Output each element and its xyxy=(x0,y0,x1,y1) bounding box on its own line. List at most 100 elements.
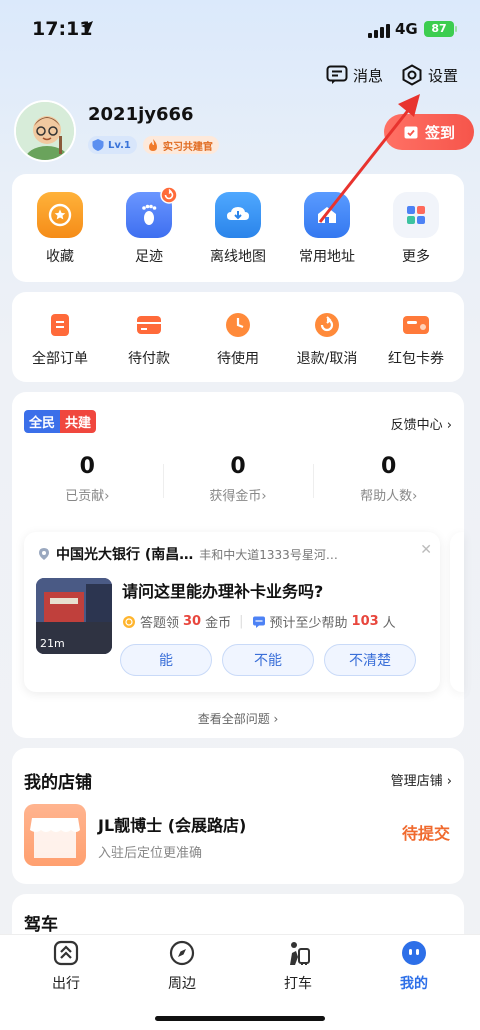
tab-nearby[interactable]: 周边 xyxy=(132,935,232,993)
profile-header: 2021jy666 Lv.1 实习共建官 签到 xyxy=(14,100,474,168)
coupon-icon xyxy=(399,308,433,342)
order-list-icon xyxy=(43,308,77,342)
stat-label: 获得金币› xyxy=(209,489,267,504)
order-coupons[interactable]: 红包卡券 xyxy=(372,308,460,368)
order-label: 待使用 xyxy=(217,351,259,367)
stat-helped[interactable]: 0 帮助人数› xyxy=(313,454,464,504)
tab-taxi[interactable]: 打车 xyxy=(248,935,348,993)
feedback-center-link[interactable]: 反馈中心 › xyxy=(391,414,452,433)
refresh-badge-icon xyxy=(160,186,178,204)
next-question-card[interactable] xyxy=(450,532,464,692)
profile-face-icon xyxy=(402,941,426,965)
coin-icon xyxy=(123,615,135,628)
signin-button[interactable]: 签到 xyxy=(384,114,474,150)
stat-label: 已贡献› xyxy=(65,489,110,504)
calendar-check-icon xyxy=(404,126,418,139)
footprint-icon xyxy=(126,186,178,238)
question-address: 丰和中大道1333号星河… xyxy=(199,547,338,562)
home-indicator[interactable] xyxy=(155,1016,325,1021)
question-card: 中国光大银行 (南昌… 丰和中大道1333号星河… ✕ 21m 请问这里能办理补… xyxy=(24,532,440,692)
messages-label: 消息 xyxy=(352,66,383,85)
order-refund[interactable]: 退款/取消 xyxy=(283,308,371,368)
answer-yes-button[interactable]: 能 xyxy=(120,644,212,676)
title-text: 实习共建官 xyxy=(162,141,213,153)
messages-button[interactable]: 消息 xyxy=(326,64,383,86)
answer-no-button[interactable]: 不能 xyxy=(222,644,314,676)
settings-hexagon-icon xyxy=(402,64,422,86)
shortcut-label: 收藏 xyxy=(46,249,74,265)
shortcut-more[interactable]: 更多 xyxy=(372,192,460,266)
battery-tip xyxy=(455,26,457,32)
signin-label: 签到 xyxy=(424,123,455,142)
question-meta: 答题领 30 金币 | 预计至少帮助 103 人 xyxy=(122,612,396,631)
my-shop-card: 我的店铺 管理店铺 › JL靓博士 (会展路店) 入驻后定位更准确 待提交 xyxy=(12,748,464,884)
contribution-logo: 全民 共建 xyxy=(24,410,97,433)
download-map-icon xyxy=(215,192,261,238)
order-label: 红包卡券 xyxy=(388,351,444,367)
help-chat-icon xyxy=(252,616,265,628)
shortcut-favorites[interactable]: 收藏 xyxy=(16,192,104,266)
answer-buttons: 能 不能 不清楚 xyxy=(120,644,416,676)
question-place: 中国光大银行 (南昌… xyxy=(56,547,194,563)
stat-value: 0 xyxy=(79,454,95,479)
contribution-tag-left: 全民 xyxy=(24,410,61,433)
stat-contributed[interactable]: 0 已贡献› xyxy=(12,454,163,504)
tab-travel[interactable]: 出行 xyxy=(16,935,116,993)
order-unpaid[interactable]: 待付款 xyxy=(105,308,193,368)
tab-mine[interactable]: 我的 xyxy=(364,935,464,993)
manage-shop-link[interactable]: 管理店铺 › xyxy=(391,770,452,789)
home-address-icon xyxy=(304,192,350,238)
clock-icon xyxy=(221,308,255,342)
shortcut-footprints[interactable]: 足迹 xyxy=(105,186,193,266)
help-unit: 人 xyxy=(382,616,396,631)
shop-subtitle: 入驻后定位更准确 xyxy=(98,846,203,861)
order-label: 全部订单 xyxy=(32,351,88,367)
taxi-icon xyxy=(290,942,310,965)
order-to-use[interactable]: 待使用 xyxy=(194,308,282,368)
level-badge[interactable]: Lv.1 xyxy=(88,136,137,154)
video-duration: 21m xyxy=(40,637,65,650)
flame-icon xyxy=(148,139,157,151)
view-all-questions-link[interactable]: 查看全部问题 › xyxy=(12,710,464,727)
compass-icon xyxy=(169,940,195,966)
shortcut-label: 常用地址 xyxy=(299,249,355,265)
order-all[interactable]: 全部订单 xyxy=(16,308,104,368)
location-arrow-icon xyxy=(81,21,93,33)
shortcuts-card: 收藏 足迹 离线地图 常用地址 更多 xyxy=(12,174,464,282)
reward-unit: 金币 xyxy=(205,616,232,631)
status-bar: 17:11 4G 87 xyxy=(0,0,480,60)
travel-icon xyxy=(53,940,79,966)
shop-section-title: 我的店铺 xyxy=(24,773,92,793)
shortcut-label: 足迹 xyxy=(135,249,163,265)
orders-card: 全部订单 待付款 待使用 退款/取消 红包卡券 xyxy=(12,292,464,382)
network-type: 4G xyxy=(395,20,418,38)
profile-badges: Lv.1 实习共建官 xyxy=(88,136,219,154)
signal-icon xyxy=(368,24,390,38)
reward-number: 30 xyxy=(183,614,202,629)
stat-coins[interactable]: 0 获得金币› xyxy=(162,454,314,504)
meta-divider: | xyxy=(239,614,244,629)
level-shield-icon xyxy=(92,139,104,151)
reward-prefix: 答题领 xyxy=(140,616,180,631)
question-location: 中国光大银行 (南昌… 丰和中大道1333号星河… xyxy=(38,544,418,564)
question-title: 请问这里能办理补卡业务吗? xyxy=(122,582,324,601)
shop-store-icon xyxy=(24,804,86,866)
close-icon[interactable]: ✕ xyxy=(420,542,432,558)
title-badge[interactable]: 实习共建官 xyxy=(142,136,219,154)
tab-label: 我的 xyxy=(400,976,428,992)
battery-icon: 87 xyxy=(424,21,454,37)
avatar[interactable] xyxy=(14,100,76,162)
help-number: 103 xyxy=(351,614,379,629)
settings-button[interactable]: 设置 xyxy=(401,64,458,86)
answer-unsure-button[interactable]: 不清楚 xyxy=(324,644,416,676)
level-text: Lv.1 xyxy=(108,139,131,151)
order-label: 退款/取消 xyxy=(296,351,358,367)
username: 2021jy666 xyxy=(88,104,194,125)
question-photo[interactable]: 21m xyxy=(36,578,112,654)
contribution-card: 全民 共建 反馈中心 › 0 已贡献› 0 获得金币› 0 帮助人数› 中国光大… xyxy=(12,392,464,738)
grid-more-icon xyxy=(393,192,439,238)
shortcut-offline-map[interactable]: 离线地图 xyxy=(194,192,282,266)
stat-value: 0 xyxy=(230,454,246,479)
shortcut-common-address[interactable]: 常用地址 xyxy=(283,192,371,266)
shop-status-button[interactable]: 待提交 xyxy=(402,820,450,844)
